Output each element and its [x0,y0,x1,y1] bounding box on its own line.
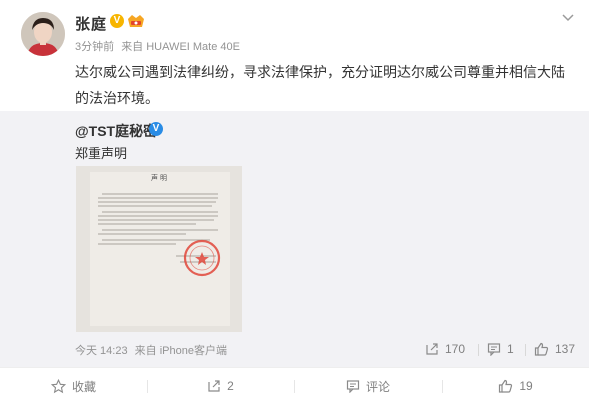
vip-member-icon[interactable] [127,13,145,29]
forward-icon [208,380,220,392]
thumbs-up-icon [499,379,513,393]
verified-badge-icon: V [149,122,163,136]
verified-badge-icon: V [110,14,124,28]
comment-button[interactable]: 评论 [294,368,442,404]
like-count: 19 [519,379,533,393]
post-source: 来自 HUAWEI Mate 40E [121,41,240,53]
star-icon [50,378,66,393]
forward-button[interactable]: 2 [147,368,294,404]
comment-icon [346,380,360,393]
comment-label: 评论 [365,379,390,394]
repost-source: 来自 iPhone客户端 [134,345,227,357]
statement-document-image[interactable]: 声 明 [76,166,242,332]
post-action-bar: 收藏 2 评论 19 [0,367,589,404]
comment-icon [487,343,501,356]
post-meta: 3分钟前 来自 HUAWEI Mate 40E [75,38,244,54]
forward-icon [426,343,438,355]
post-text: 达尔威公司遇到法律纠纷，寻求法律保护，充分证明达尔威公司尊重并相信大陆的法治环境… [75,64,565,106]
repost-meta: 今天 14:23 来自 iPhone客户端 [75,342,231,358]
repost-author-link[interactable]: @TST庭秘密 [75,121,157,141]
divider [525,344,526,356]
repost-comment-count: 1 [507,342,514,356]
repost-forward-button[interactable]: 170 [425,340,465,358]
repost-text: 郑重声明 [75,146,128,161]
reposted-content: @TST庭秘密 V 郑重声明 声 明 今天 14:23 来自 iPhone客户端… [0,111,589,367]
repost-time[interactable]: 今天 14:23 [75,345,128,357]
favorite-label: 收藏 [71,379,96,394]
chevron-down-icon[interactable] [561,10,575,22]
repost-comment-button[interactable]: 1 [487,340,514,358]
like-button[interactable]: 19 [442,368,589,404]
post-time[interactable]: 3分钟前 [75,41,114,53]
repost-like-count: 137 [555,342,576,356]
author-avatar[interactable] [21,12,65,56]
author-name[interactable]: 张庭 [75,13,107,34]
thumbs-up-icon [534,342,549,356]
divider [478,344,479,356]
document-heading: 声 明 [151,173,167,182]
repost-forward-count: 170 [445,342,466,356]
repost-like-button[interactable]: 137 [534,340,575,358]
weibo-post-card: 张庭 V 3分钟前 来自 HUAWEI Mate 40E 达尔威公司遇到法律纠纷… [0,0,589,404]
favorite-button[interactable]: 收藏 [0,368,147,404]
forward-count: 2 [227,379,234,393]
